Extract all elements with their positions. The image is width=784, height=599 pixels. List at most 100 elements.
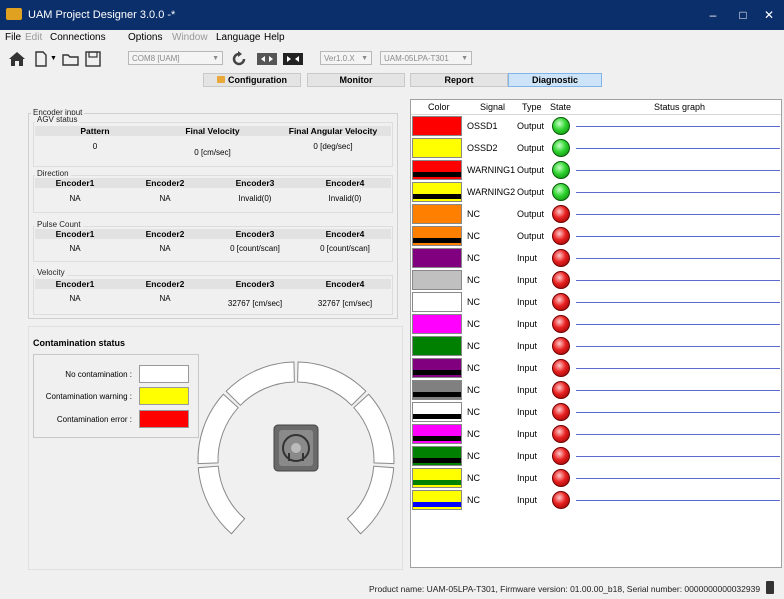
- device-select[interactable]: UAM-05LPA-T301 ▼: [380, 51, 472, 65]
- signal-type: Output: [517, 209, 545, 219]
- signal-color-swatch[interactable]: [412, 248, 462, 268]
- status-graph-line: [576, 170, 780, 171]
- main-tabs: Configuration Monitor Report Diagnostic: [0, 72, 784, 88]
- minimize-button[interactable]: –: [698, 5, 728, 25]
- io-table-row: NC Input: [411, 467, 781, 489]
- signal-color-swatch[interactable]: [412, 160, 462, 180]
- signal-color-swatch[interactable]: [412, 138, 462, 158]
- status-graph-line: [576, 346, 780, 347]
- menu-edit[interactable]: Edit: [25, 32, 42, 43]
- signal-header: Signal: [480, 102, 506, 112]
- swatch-fill: [413, 139, 461, 157]
- menu-window[interactable]: Window: [172, 32, 208, 43]
- tab-monitor-label: Monitor: [339, 75, 373, 85]
- version-select[interactable]: Ver1.0.X ▼: [320, 51, 372, 65]
- swatch-stripe: [413, 436, 461, 441]
- signal-color-swatch[interactable]: [412, 380, 462, 400]
- status-graph-line: [576, 368, 780, 369]
- signal-color-swatch[interactable]: [412, 468, 462, 488]
- close-button[interactable]: ✕: [754, 5, 784, 25]
- disconnect-icon[interactable]: [256, 50, 278, 68]
- signal-color-swatch[interactable]: [412, 402, 462, 422]
- signal-color-swatch[interactable]: [412, 446, 462, 466]
- state-led-off-icon: [552, 205, 570, 223]
- io-table-row: NC Input: [411, 357, 781, 379]
- signal-color-swatch[interactable]: [412, 204, 462, 224]
- signal-color-swatch[interactable]: [412, 336, 462, 356]
- swatch-stripe: [413, 370, 461, 375]
- legend-warning-label: Contamination warning :: [45, 392, 132, 401]
- pulse-header-row: Encoder1 Encoder2 Encoder3 Encoder4: [35, 229, 391, 239]
- signal-color-swatch[interactable]: [412, 182, 462, 202]
- signal-color-swatch[interactable]: [412, 490, 462, 510]
- tab-configuration-label: Configuration: [228, 75, 287, 85]
- signal-color-swatch[interactable]: [412, 226, 462, 246]
- menu-file[interactable]: File: [5, 32, 21, 43]
- swatch-stripe: [413, 458, 461, 463]
- signal-type: Input: [517, 363, 538, 373]
- velocity-encoder3-value: 32767 [cm/sec]: [227, 299, 283, 308]
- status-graph-line: [576, 258, 780, 259]
- new-file-icon[interactable]: [32, 50, 50, 68]
- signal-color-swatch[interactable]: [412, 292, 462, 312]
- menu-connections[interactable]: Connections: [50, 32, 106, 43]
- window-segment: [297, 361, 367, 407]
- pulse-encoder3-value: 0 [count/scan]: [230, 244, 280, 253]
- io-table-row: NC Output: [411, 203, 781, 225]
- state-led-off-icon: [552, 249, 570, 267]
- encoder1-header: Encoder1: [55, 279, 95, 289]
- final-velocity-value: 0 [cm/sec]: [194, 148, 231, 157]
- legend-error-label: Contamination error :: [56, 415, 132, 424]
- refresh-icon[interactable]: [230, 50, 248, 68]
- signal-color-swatch[interactable]: [412, 270, 462, 290]
- signal-name: NC: [467, 253, 480, 263]
- io-table-row: NC Input: [411, 379, 781, 401]
- final-velocity-header: Final Velocity: [185, 126, 240, 136]
- menu-help[interactable]: Help: [264, 32, 285, 43]
- com-port-select[interactable]: COM8 [UAM] ▼: [128, 51, 223, 65]
- state-led-off-icon: [552, 227, 570, 245]
- state-led-off-icon: [552, 293, 570, 311]
- connect-icon[interactable]: [282, 50, 304, 68]
- status-graph-line: [576, 324, 780, 325]
- window-title: UAM Project Designer 3.0.0 -*: [28, 9, 176, 21]
- legend-no-contamination-swatch: [139, 365, 189, 383]
- tab-monitor[interactable]: Monitor: [307, 73, 405, 87]
- tab-report[interactable]: Report: [410, 73, 508, 87]
- encoder3-header: Encoder3: [235, 229, 275, 239]
- signal-type: Input: [517, 341, 538, 351]
- state-led-on-icon: [552, 139, 570, 157]
- io-table-row: NC Input: [411, 291, 781, 313]
- signal-type: Input: [517, 385, 538, 395]
- signal-color-swatch[interactable]: [412, 314, 462, 334]
- agv-status-title: AGV status: [35, 115, 80, 124]
- status-graph-line: [576, 412, 780, 413]
- menu-options[interactable]: Options: [128, 32, 162, 43]
- tab-configuration[interactable]: Configuration: [203, 73, 301, 87]
- signal-color-swatch[interactable]: [412, 116, 462, 136]
- io-table-row: WARNING1 Output: [411, 159, 781, 181]
- tab-diagnostic[interactable]: Diagnostic: [508, 73, 602, 87]
- signal-name: WARNING1: [467, 165, 516, 175]
- device-value: UAM-05LPA-T301: [384, 54, 449, 63]
- signal-type: Input: [517, 473, 538, 483]
- app-icon: [6, 8, 22, 20]
- signal-color-swatch[interactable]: [412, 358, 462, 378]
- final-angular-velocity-header: Final Angular Velocity: [288, 126, 378, 136]
- status-bar-text: Product name: UAM-05LPA-T301, Firmware v…: [369, 584, 761, 594]
- signal-name: NC: [467, 363, 480, 373]
- save-icon[interactable]: [84, 50, 102, 68]
- chevron-down-icon[interactable]: ▼: [50, 55, 57, 62]
- swatch-stripe: [413, 480, 461, 485]
- encoder2-header: Encoder2: [145, 279, 185, 289]
- signal-name: NC: [467, 429, 480, 439]
- open-folder-icon[interactable]: [62, 50, 80, 68]
- status-graph-line: [576, 148, 780, 149]
- menu-language[interactable]: Language: [216, 32, 261, 43]
- swatch-fill: [413, 315, 461, 333]
- home-icon[interactable]: [8, 50, 26, 68]
- signal-color-swatch[interactable]: [412, 424, 462, 444]
- signal-name: OSSD2: [467, 143, 498, 153]
- velocity-header-row: Encoder1 Encoder2 Encoder3 Encoder4: [35, 279, 391, 289]
- swatch-stripe: [413, 194, 461, 199]
